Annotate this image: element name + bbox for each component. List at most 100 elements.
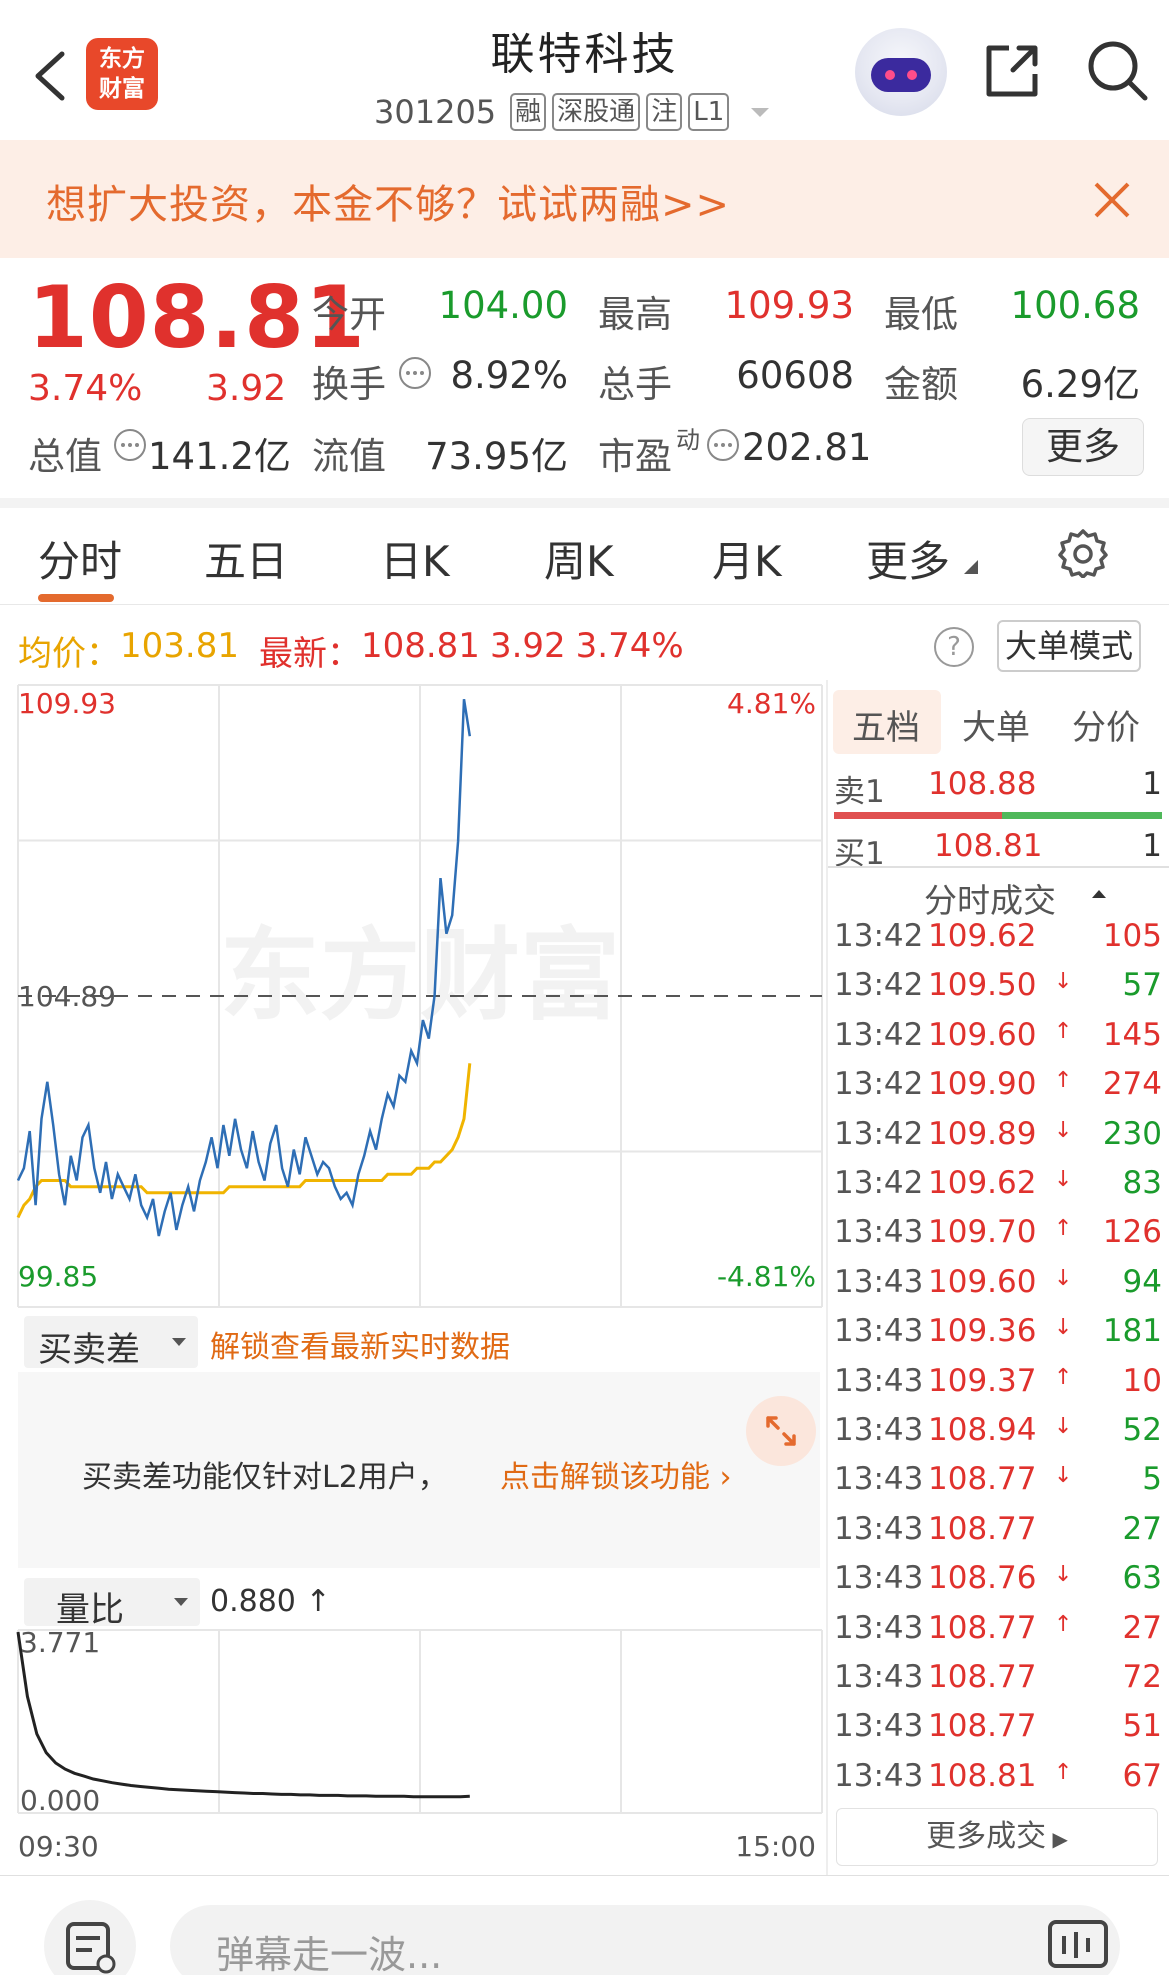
- volume-ratio-selector[interactable]: 量比: [24, 1578, 200, 1630]
- turnover-value: 8.92%: [450, 354, 568, 397]
- trade-row: 13:43 108.77 ↓ 5: [832, 1461, 1162, 1510]
- market-cap-value: 141.2亿: [148, 435, 291, 478]
- danmu-toggle-icon[interactable]: [1046, 1918, 1110, 1974]
- tab-monthly-k[interactable]: 月K: [712, 528, 782, 589]
- trade-direction-arrow: ↓: [1054, 1117, 1073, 1143]
- margin-promo-banner[interactable]: 想扩大投资，本金不够？试试两融>>: [0, 140, 1169, 258]
- tag-level1[interactable]: L1: [688, 93, 730, 131]
- trade-row: 13:43 108.77 51: [832, 1708, 1162, 1757]
- divider: [0, 498, 1169, 508]
- tab-five-day[interactable]: 五日: [204, 528, 288, 589]
- trade-time: 13:43: [834, 1510, 924, 1547]
- high-value: 109.93: [724, 284, 854, 327]
- trade-volume: 274: [1102, 1066, 1162, 1103]
- trade-price: 108.76: [928, 1560, 1037, 1597]
- time-start-label: 09:30: [18, 1830, 99, 1863]
- trade-row: 13:43 109.37 ↑ 10: [832, 1363, 1162, 1412]
- change-amount: 3.92: [206, 368, 287, 409]
- trade-row: 13:42 109.62 ↓ 83: [832, 1165, 1162, 1214]
- trade-time: 13:43: [834, 1461, 924, 1498]
- expand-icon[interactable]: [746, 1396, 816, 1466]
- help-icon[interactable]: ?: [934, 627, 974, 667]
- trade-row: 13:42 109.50 ↓ 57: [832, 967, 1162, 1016]
- tab-intraday[interactable]: 分时: [38, 528, 122, 589]
- more-quote-button[interactable]: 更多: [1022, 418, 1144, 476]
- tab-daily-k[interactable]: 日K: [380, 528, 450, 589]
- play-triangle-icon: ▶: [1046, 1827, 1068, 1851]
- intraday-chart[interactable]: 东方财富 109.93 4.81% 104.89 99.85 -4.81% 3.…: [0, 680, 830, 1880]
- trades-title[interactable]: 分时成交: [924, 874, 1056, 922]
- pct-max-label: 4.81%: [727, 687, 816, 720]
- volume-label: 总手: [598, 363, 672, 406]
- corner-triangle-icon: [964, 560, 978, 574]
- trade-price: 108.77: [928, 1708, 1037, 1745]
- ask-volume-bar: [834, 812, 1002, 819]
- tab-weekly-k[interactable]: 周K: [544, 528, 614, 589]
- trade-row: 13:43 108.81 ↑ 67: [832, 1758, 1162, 1807]
- tag-margin[interactable]: 融: [510, 93, 547, 131]
- chevron-right-icon: ›: [710, 1460, 732, 1495]
- danmu-placeholder[interactable]: 弹幕走一波...: [216, 1924, 442, 1975]
- unlock-feature-link[interactable]: 点击解锁该功能 ›: [500, 1452, 732, 1496]
- comment-icon[interactable]: [44, 1900, 136, 1975]
- avg-price-label: 均价：: [18, 634, 120, 674]
- trade-volume: 145: [1102, 1016, 1162, 1053]
- trade-time: 13:42: [834, 1066, 924, 1103]
- search-icon[interactable]: [1085, 38, 1149, 102]
- trade-time: 13:43: [834, 1214, 924, 1251]
- sort-up-triangle-icon[interactable]: [1090, 888, 1108, 900]
- bid-1-price: 108.81: [934, 828, 1043, 864]
- trade-price: 109.90: [928, 1066, 1037, 1103]
- more-trades-button[interactable]: 更多成交 ▶: [836, 1808, 1158, 1866]
- trade-direction-arrow: ↓: [1054, 1463, 1073, 1489]
- close-icon[interactable]: [1090, 178, 1134, 222]
- tag-shenzhen-connect[interactable]: 深股通: [552, 93, 641, 131]
- latest-label: 最新：: [258, 634, 361, 674]
- buysell-selector[interactable]: 买卖差: [24, 1316, 198, 1370]
- market-cap-label: 总值: [28, 435, 102, 478]
- robot-assistant-icon[interactable]: [855, 28, 947, 116]
- trade-price: 108.77: [928, 1510, 1037, 1547]
- trade-volume: 51: [1122, 1708, 1162, 1745]
- trade-price: 108.81: [928, 1757, 1037, 1794]
- trade-volume: 94: [1122, 1263, 1162, 1300]
- trade-volume: 63: [1122, 1560, 1162, 1597]
- up-arrow-icon: ↑: [305, 1584, 331, 1619]
- bid-volume-bar: [1002, 812, 1162, 819]
- pe-value: 202.81: [742, 426, 872, 469]
- volume-ratio-current: 0.880: [210, 1584, 296, 1619]
- tag-registration[interactable]: 注: [646, 93, 683, 131]
- average-price-line: [16, 1063, 472, 1219]
- banner-text[interactable]: 想扩大投资，本金不够？试试两融>>: [46, 172, 730, 230]
- tab-order-book[interactable]: 五档: [852, 700, 920, 749]
- trade-volume: 105: [1102, 918, 1162, 954]
- chart-watermark: 东方财富: [220, 917, 620, 1034]
- buysell-selector-label: 买卖差: [38, 1330, 140, 1370]
- trade-direction-arrow: ↑: [1054, 1759, 1073, 1785]
- trade-row: 13:42 109.62 105: [832, 918, 1162, 967]
- trade-price: 109.60: [928, 1016, 1037, 1053]
- panel-divider: [826, 680, 828, 1876]
- trade-volume: 230: [1102, 1115, 1162, 1152]
- ask-1-price: 108.88: [928, 766, 1037, 802]
- unlock-realtime-link[interactable]: 解锁查看最新实时数据: [210, 1322, 510, 1366]
- tab-big-orders[interactable]: 大单: [962, 700, 1030, 749]
- unlock-feature-text[interactable]: 点击解锁该功能: [500, 1460, 710, 1495]
- dropdown-triangle-icon[interactable]: [745, 102, 775, 122]
- info-dots-icon[interactable]: [113, 428, 147, 462]
- gear-icon[interactable]: [1058, 528, 1108, 578]
- l2-only-message: 买卖差功能仅针对L2用户，: [82, 1460, 448, 1495]
- trade-time: 13:43: [834, 1659, 924, 1695]
- share-icon[interactable]: [983, 40, 1043, 100]
- open-label: 今开: [312, 293, 386, 336]
- tab-more[interactable]: 更多: [866, 528, 950, 589]
- big-order-mode-button[interactable]: 大单模式: [997, 620, 1141, 672]
- price-info-line: 均价： 103.81 最新： 108.81 3.92 3.74%: [18, 626, 684, 675]
- pe-label: 市盈: [598, 435, 672, 478]
- trade-volume: 5: [1142, 1461, 1162, 1498]
- low-label: 最低: [884, 293, 958, 336]
- info-dots-icon[interactable]: [706, 428, 740, 462]
- trade-price: 109.89: [928, 1115, 1037, 1152]
- trade-time: 13:42: [834, 1115, 924, 1152]
- tab-price-distribution[interactable]: 分价: [1072, 700, 1140, 749]
